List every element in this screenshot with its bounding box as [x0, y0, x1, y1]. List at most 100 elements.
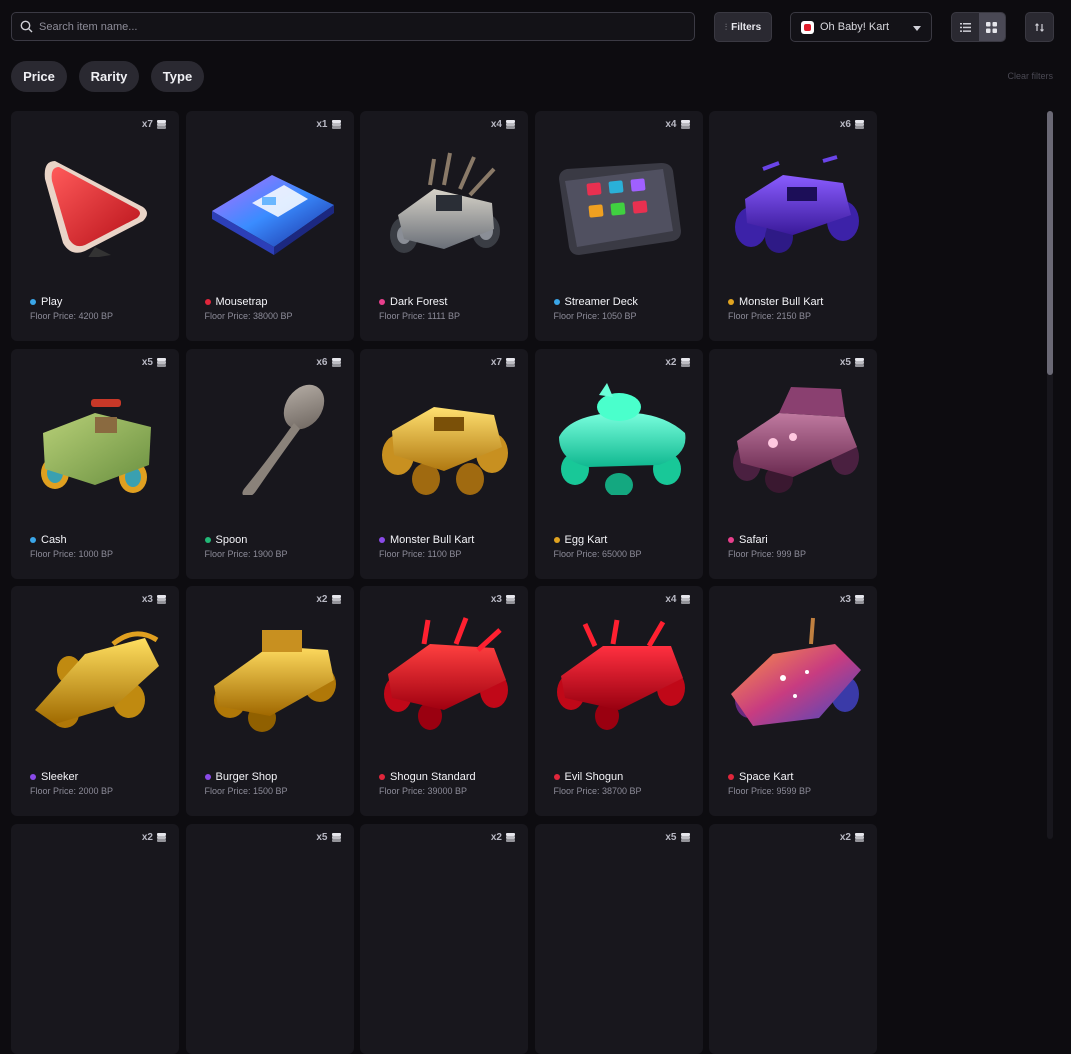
rarity-filter-pill[interactable]: Rarity [79, 61, 139, 92]
item-count-badge: x2 [316, 594, 341, 605]
item-name: Spoon [215, 533, 248, 546]
item-name-row: Play [30, 296, 62, 308]
rarity-dot-icon [204, 536, 211, 543]
item-card[interactable]: x3 Shogun Standard Floor Price: 39000 BP [360, 586, 528, 816]
item-name: Evil Shogun [564, 771, 624, 783]
rarity-dot-icon [728, 299, 734, 305]
item-count: x4 [665, 119, 677, 130]
rarity-dot-icon [728, 536, 734, 543]
item-card[interactable]: x5 [534, 823, 703, 1054]
item-floor-price: Floor Price: 1100 BP [379, 548, 462, 559]
sort-button[interactable] [1025, 12, 1054, 42]
price-filter-pill[interactable]: Price [11, 61, 67, 92]
item-name-row: Sleeker [30, 771, 78, 783]
item-count-badge: x6 [840, 119, 864, 130]
item-card[interactable]: x2 [360, 823, 528, 1054]
item-card[interactable]: x4 Dark Forest Floor Price: 1111 BP [360, 111, 528, 341]
item-name-row: Spoon [204, 533, 248, 546]
item-card[interactable]: x7 Play Floor Price: 4200 BP [11, 111, 179, 341]
scrollbar-thumb[interactable] [1047, 111, 1053, 375]
item-floor-price: Floor Price: 38700 BP [553, 786, 642, 796]
item-name: Sleeker [41, 771, 79, 783]
item-count-badge: x3 [491, 594, 515, 605]
item-floor-price: Floor Price: 9599 BP [728, 786, 812, 796]
item-count-badge: x7 [142, 119, 166, 130]
clear-filters-link[interactable]: Clear filters [1007, 71, 1053, 81]
item-card[interactable]: x5 Safari Floor Price: 999 BP [709, 348, 877, 579]
grid-view-button[interactable] [978, 13, 1005, 41]
search-input[interactable] [39, 20, 639, 33]
item-name-row: Dark Forest [379, 296, 447, 308]
item-floor-price: Floor Price: 39000 BP [379, 786, 468, 796]
game-logo-icon [801, 20, 814, 34]
item-card[interactable]: x1 Mousetrap Floor Price: 38000 BP [185, 111, 354, 341]
stack-icon [680, 357, 690, 367]
item-card[interactable]: x6 Spoon Floor Price: 1900 BP [185, 348, 354, 579]
item-count: x6 [839, 119, 851, 130]
item-name: Streamer Deck [564, 296, 638, 308]
rarity-dot-icon [728, 774, 734, 780]
item-count: x2 [665, 356, 677, 368]
item-floor-price: Floor Price: 1000 BP [30, 548, 114, 559]
filters-button[interactable]: ⫶ Filters [714, 12, 772, 42]
item-image [390, 152, 500, 253]
item-card[interactable]: x4 Evil Shogun Floor Price: 38700 BP [534, 586, 703, 816]
chevron-down-icon [913, 26, 921, 31]
rarity-dot-icon [379, 536, 385, 543]
item-name-row: Streamer Deck [553, 296, 638, 308]
item-name: Space Kart [739, 771, 794, 783]
item-name-row: Space Kart [728, 771, 793, 783]
item-count: x7 [141, 119, 153, 130]
item-count-badge: x7 [491, 357, 515, 368]
item-image [384, 617, 508, 730]
game-select[interactable]: Oh Baby! Kart [790, 12, 932, 42]
item-card[interactable]: x2 [709, 823, 877, 1054]
item-floor-price: Floor Price: 65000 BP [553, 548, 642, 559]
item-card[interactable]: x3 Space Kart Floor Price: 9599 BP [709, 586, 877, 816]
item-card[interactable]: x2 Burger Shop Floor Price: 1500 BP [185, 586, 354, 816]
item-count: x4 [490, 119, 502, 130]
stack-icon [506, 595, 515, 604]
stack-icon [855, 832, 864, 842]
item-name-row: Evil Shogun [553, 771, 624, 783]
item-count: x2 [839, 831, 851, 843]
search-bar[interactable] [11, 12, 695, 41]
list-view-button[interactable] [952, 13, 979, 41]
stack-icon [506, 120, 515, 129]
item-card[interactable]: x5 [185, 823, 354, 1054]
item-name: Burger Shop [215, 771, 278, 783]
sort-arrows-icon [1035, 22, 1044, 32]
stack-icon [855, 120, 864, 129]
item-count: x3 [490, 594, 502, 605]
stack-icon [157, 120, 166, 129]
item-count: x6 [316, 356, 328, 368]
rarity-dot-icon [30, 299, 36, 305]
item-floor-price: Floor Price: 999 BP [728, 548, 807, 559]
filter-sliders-icon: ⫶ [724, 21, 728, 32]
stack-icon [331, 595, 341, 604]
item-count-badge: x6 [316, 356, 341, 368]
item-name-row: Burger Shop [204, 771, 278, 783]
item-count: x5 [665, 831, 677, 843]
item-count: x7 [490, 356, 502, 368]
item-card[interactable]: x4 Streamer Deck Floor Price: 1050 BP [534, 111, 703, 341]
stack-icon [157, 357, 166, 367]
item-count-badge: x4 [665, 594, 690, 605]
item-floor-price: Floor Price: 1050 BP [553, 311, 637, 321]
stack-icon [506, 832, 515, 842]
item-card[interactable]: x2 [11, 823, 179, 1054]
list-icon [959, 22, 971, 32]
stack-icon [157, 595, 166, 604]
item-name-row: Monster Bull Kart [728, 296, 823, 308]
item-card[interactable]: x6 Monster Bull Kart Floor Price: 2150 BP [709, 111, 877, 341]
item-image [44, 161, 147, 257]
item-card[interactable]: x7 Monster Bull Kart Floor Price: 1100 BP [360, 348, 528, 579]
item-count: x1 [316, 119, 328, 130]
item-card[interactable]: x3 Sleeker Floor Price: 2000 BP [11, 586, 179, 816]
item-card[interactable]: x2 Egg Kart Floor Price: 65000 BP [534, 348, 703, 579]
rarity-dot-icon [30, 536, 36, 543]
item-card[interactable]: x5 Cash Floor Price: 1000 BP [11, 348, 179, 579]
item-image [35, 631, 159, 728]
type-filter-pill[interactable]: Type [151, 61, 204, 92]
search-icon [20, 20, 33, 33]
